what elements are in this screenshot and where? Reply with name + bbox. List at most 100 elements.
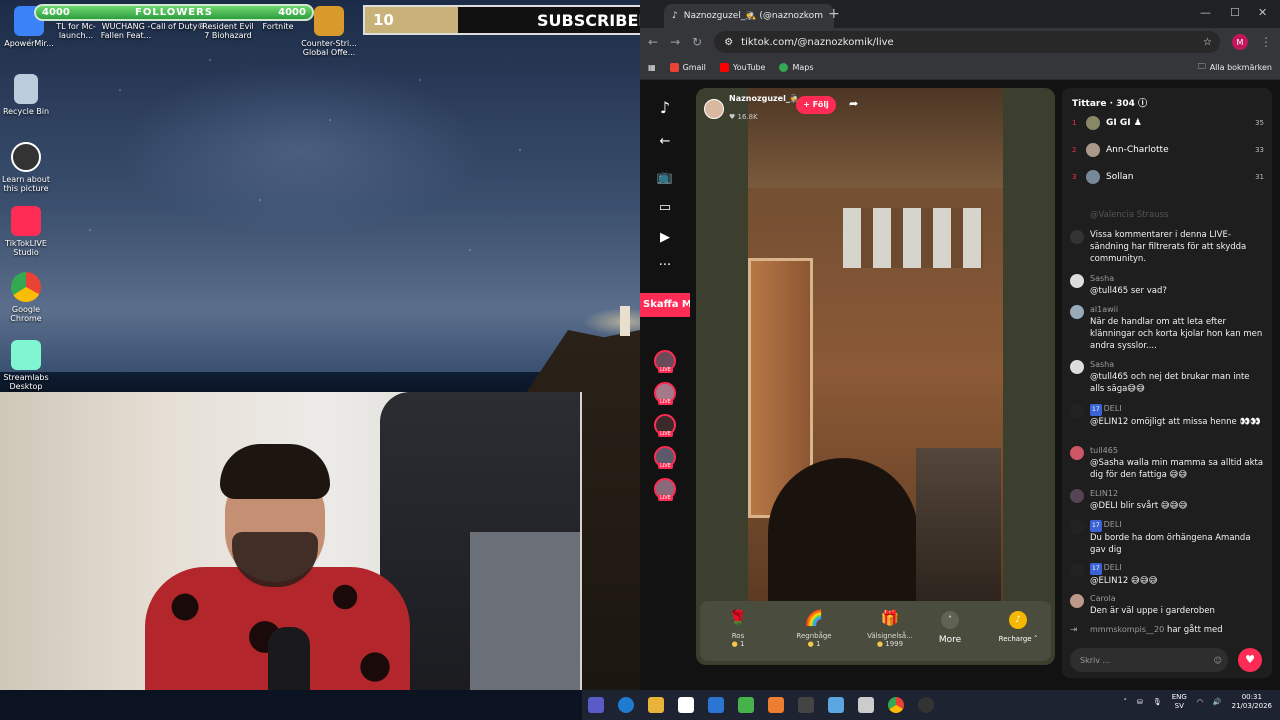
desktop-icon-wuchang[interactable]: WUCHANG - Fallen Feat...: [97, 22, 155, 40]
streamer-avatar[interactable]: [704, 98, 724, 119]
bookmark-star-icon[interactable]: ☆: [1203, 37, 1212, 48]
microphone-icon[interactable]: 🎙: [1153, 698, 1162, 707]
chevron-up-icon[interactable]: ˄: [1123, 698, 1127, 707]
language-indicator[interactable]: ENG SV: [1172, 693, 1187, 711]
user-avatar[interactable]: [1070, 489, 1084, 503]
mail-icon[interactable]: [708, 697, 724, 713]
desktop-icon-recycle-bin[interactable]: Recycle Bin: [0, 74, 55, 116]
more-dots-icon[interactable]: ···: [655, 258, 675, 278]
url-bar[interactable]: ⚙ tiktok.com/@naznozkomik/live ☆: [714, 31, 1220, 53]
file-explorer-icon[interactable]: [648, 697, 664, 713]
more-gifts-button[interactable]: ˄ More: [928, 601, 972, 661]
user-avatar[interactable]: [1070, 520, 1084, 534]
clock[interactable]: 00:31 21/03/2026: [1232, 693, 1272, 711]
close-icon[interactable]: ✕: [1258, 6, 1267, 19]
bookmark-gmail[interactable]: Gmail: [669, 63, 706, 72]
desktop-icon-streamlabs[interactable]: Streamlabs Desktop: [0, 340, 55, 391]
apps-grid-icon[interactable]: ▦: [648, 63, 656, 72]
desktop-icon-fortnite[interactable]: Fortnite: [249, 22, 307, 31]
chat-message: Sasha @tull465 ser vad?: [1070, 273, 1266, 297]
live-tv-icon[interactable]: 📺: [655, 170, 675, 190]
user-avatar[interactable]: [1070, 404, 1084, 418]
user-avatar[interactable]: [1070, 594, 1084, 608]
chrome-taskbar-icon[interactable]: [888, 697, 904, 713]
chrome-icon: [11, 272, 41, 302]
network-icon[interactable]: ⛁: [1137, 698, 1143, 707]
desktop-icon-chrome[interactable]: Google Chrome: [0, 272, 55, 323]
user-avatar[interactable]: [1070, 274, 1084, 288]
gift-blessing[interactable]: 🎁 Välsignelså... ● 1999: [852, 601, 928, 661]
viewers-title[interactable]: Tittare · 304 ⓘ: [1072, 96, 1147, 109]
top-viewer-2[interactable]: 2 Ann-Charlotte 33: [1072, 141, 1264, 159]
forward-icon[interactable]: →: [670, 35, 680, 49]
emoji-icon[interactable]: ☺: [1214, 656, 1222, 665]
join-icon: ⇥: [1070, 625, 1078, 635]
bookmark-youtube[interactable]: YouTube: [719, 63, 765, 72]
share-icon[interactable]: ➦: [849, 97, 858, 110]
volume-icon[interactable]: 🔊: [1213, 698, 1222, 707]
back-icon[interactable]: ←: [648, 35, 658, 49]
teams-icon[interactable]: [588, 697, 604, 713]
maximize-icon[interactable]: ☐: [1230, 6, 1240, 19]
photos-icon[interactable]: [828, 697, 844, 713]
dev-home-icon[interactable]: [798, 697, 814, 713]
live-avatar-4[interactable]: LIVE: [654, 446, 676, 469]
chat-message: 17 DELI @ELIN12 😅😅😅: [1070, 562, 1266, 587]
viewer-avatar: [1086, 143, 1100, 157]
streamer-name: Naznozguzel_🕵: [729, 94, 800, 103]
play-icon[interactable]: ▶: [655, 230, 675, 250]
gift-rose[interactable]: 🌹 Ros ● 1: [700, 601, 776, 661]
desktop-icon-learn-picture[interactable]: Learn about this picture: [0, 142, 55, 193]
folder-icon: 🗀: [1197, 61, 1206, 71]
chat-panel: Tittare · 304 ⓘ 1 GI GI ♟ 35 2 Ann-Charl…: [1062, 88, 1272, 678]
viewer-avatar: [1086, 116, 1100, 130]
info-icon[interactable]: ⓘ: [1138, 99, 1147, 109]
rainbow-icon: 🌈: [804, 609, 824, 627]
microsoft-365-icon[interactable]: [768, 697, 784, 713]
tiktok-sidebar: ♪ ← 📺 ▭ ▶ ··· Skaffa M LIVE LIVE LIVE LI…: [640, 80, 690, 690]
live-avatar-2[interactable]: LIVE: [654, 382, 676, 405]
bookmark-maps[interactable]: Maps: [779, 63, 814, 72]
user-avatar[interactable]: [1070, 563, 1084, 577]
obs-icon[interactable]: [918, 697, 934, 713]
user-avatar[interactable]: [1070, 446, 1084, 460]
get-app-button[interactable]: Skaffa M: [640, 293, 690, 317]
shield-icon[interactable]: [738, 697, 754, 713]
like-heart-button[interactable]: ♥: [1238, 648, 1262, 672]
streamer-info[interactable]: Naznozguzel_🕵 ♥ 16.8K: [704, 94, 800, 123]
site-info-icon[interactable]: ⚙: [724, 37, 733, 48]
new-tab-button[interactable]: +: [828, 6, 840, 22]
minimize-icon[interactable]: —: [1200, 6, 1211, 19]
edge-icon[interactable]: [618, 697, 634, 713]
snipping-tool-icon[interactable]: [858, 697, 874, 713]
tiktok-logo-icon[interactable]: ♪: [655, 98, 675, 118]
store-icon[interactable]: [678, 697, 694, 713]
profile-avatar[interactable]: M: [1232, 34, 1248, 50]
top-viewer-3[interactable]: 3 Sollan 31: [1072, 168, 1264, 186]
live-avatar-5[interactable]: LIVE: [654, 478, 676, 501]
rose-icon: 🌹: [728, 609, 748, 627]
live-avatar-1[interactable]: LIVE: [654, 350, 676, 373]
desktop-icon-tiktok-live-studio[interactable]: TikTokLIVE Studio: [0, 206, 55, 257]
user-avatar[interactable]: [1070, 305, 1084, 319]
user-avatar[interactable]: [1070, 360, 1084, 374]
reload-icon[interactable]: ↻: [692, 35, 702, 49]
chat-message: 17 DELI Du borde ha dom örhängena Amanda g…: [1070, 519, 1266, 556]
follow-button[interactable]: + Följ: [796, 96, 836, 114]
recharge-button[interactable]: ♪ Recharge ˄: [985, 601, 1051, 661]
video-camera-icon[interactable]: ▭: [655, 200, 675, 220]
gift-rainbow[interactable]: 🌈 Regnbåge ● 1: [776, 601, 852, 661]
address-bar-row: ← → ↻ ⚙ tiktok.com/@naznozkomik/live ☆ M…: [640, 28, 1280, 56]
tab-tiktok-live[interactable]: ♪ Naznozguzel_🕵 (@naznozkom: [664, 4, 834, 28]
menu-kebab-icon[interactable]: ⋮: [1260, 35, 1272, 49]
gmail-icon: [669, 63, 679, 72]
chat-message: 17 DELI @ELIN12 omöjligt att missa henne 👀…: [1070, 403, 1266, 428]
live-video[interactable]: [748, 88, 1003, 618]
chat-input[interactable]: Skriv ... ☺: [1070, 648, 1228, 672]
wifi-icon[interactable]: ◠: [1197, 698, 1203, 707]
all-bookmarks[interactable]: 🗀 Alla bokmärken: [1198, 61, 1272, 75]
windows-taskbar: ˄ ⛁ 🎙 ENG SV ◠ 🔊 00:31 21/03/2026: [582, 690, 1280, 720]
back-arrow-icon[interactable]: ←: [655, 134, 675, 154]
live-avatar-3[interactable]: LIVE: [654, 414, 676, 437]
top-viewer-1[interactable]: 1 GI GI ♟ 35: [1072, 114, 1264, 132]
